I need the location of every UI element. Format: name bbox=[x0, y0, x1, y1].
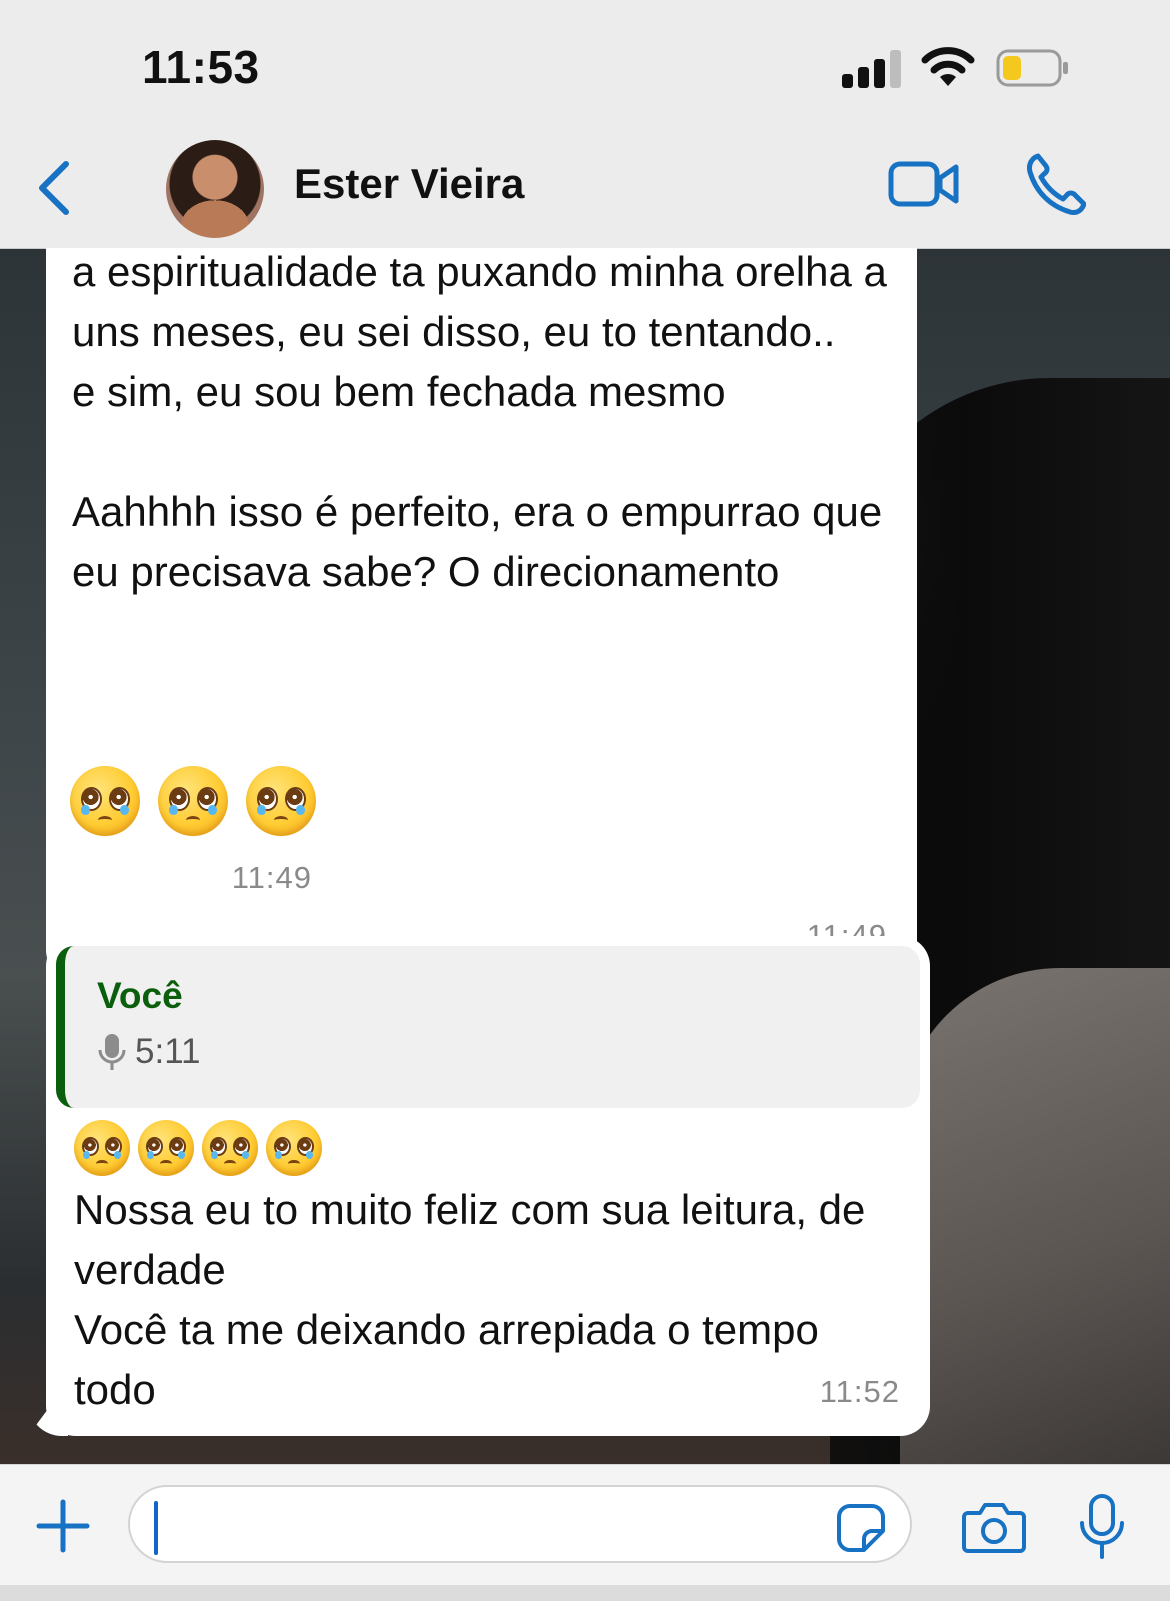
microphone-icon[interactable] bbox=[1078, 1493, 1126, 1561]
pleading-face-emoji-icon bbox=[246, 766, 316, 836]
message-text: a espiritualidade ta puxando minha orelh… bbox=[72, 248, 887, 595]
plus-icon[interactable] bbox=[36, 1499, 90, 1553]
message-timestamp: 11:49 bbox=[231, 860, 312, 895]
microphone-icon bbox=[98, 1034, 126, 1070]
pleading-face-emoji-icon bbox=[138, 1120, 194, 1176]
message-input[interactable] bbox=[128, 1485, 912, 1563]
bottom-edge bbox=[0, 1585, 1170, 1601]
pleading-face-emoji-icon bbox=[158, 766, 228, 836]
contact-name[interactable]: Ester Vieira bbox=[294, 160, 524, 208]
battery-icon bbox=[996, 49, 1068, 87]
wifi-icon bbox=[921, 47, 975, 86]
chevron-left-icon[interactable] bbox=[32, 158, 76, 218]
quote-author: Você bbox=[97, 975, 183, 1016]
pleading-face-emoji-row bbox=[74, 1120, 902, 1176]
video-camera-icon[interactable] bbox=[888, 156, 960, 212]
quoted-reply[interactable]: Você 5:11 bbox=[56, 946, 920, 1108]
message-text: Nossa eu to muito feliz com sua leitura,… bbox=[74, 1186, 866, 1413]
status-time: 11:53 bbox=[142, 41, 260, 93]
incoming-message-bubble[interactable]: 11:49 bbox=[46, 746, 342, 922]
cellular-signal-icon bbox=[842, 50, 902, 88]
pleading-face-emoji-row bbox=[70, 766, 318, 836]
chat-header: Ester Vieira bbox=[0, 130, 1170, 249]
pleading-face-emoji-icon bbox=[70, 766, 140, 836]
message-timestamp: 11:52 bbox=[819, 1374, 900, 1409]
incoming-message-bubble[interactable]: Você 5:11 Nossa eu to muito feliz com su… bbox=[46, 936, 930, 1436]
sticker-icon[interactable] bbox=[836, 1503, 886, 1553]
phone-icon[interactable] bbox=[1024, 150, 1086, 216]
quote-voice-note: 5:11 bbox=[97, 1030, 888, 1074]
pleading-face-emoji-icon bbox=[202, 1120, 258, 1176]
pleading-face-emoji-icon bbox=[266, 1120, 322, 1176]
message-list[interactable]: a espiritualidade ta puxando minha orelh… bbox=[0, 248, 1170, 1464]
pleading-face-emoji-icon bbox=[74, 1120, 130, 1176]
contact-avatar[interactable] bbox=[166, 140, 264, 238]
camera-icon[interactable] bbox=[962, 1501, 1026, 1553]
text-caret bbox=[154, 1501, 158, 1555]
compose-bar bbox=[0, 1464, 1170, 1601]
status-bar: 11:53 bbox=[0, 0, 1170, 130]
voice-note-duration: 5:11 bbox=[135, 1032, 201, 1071]
